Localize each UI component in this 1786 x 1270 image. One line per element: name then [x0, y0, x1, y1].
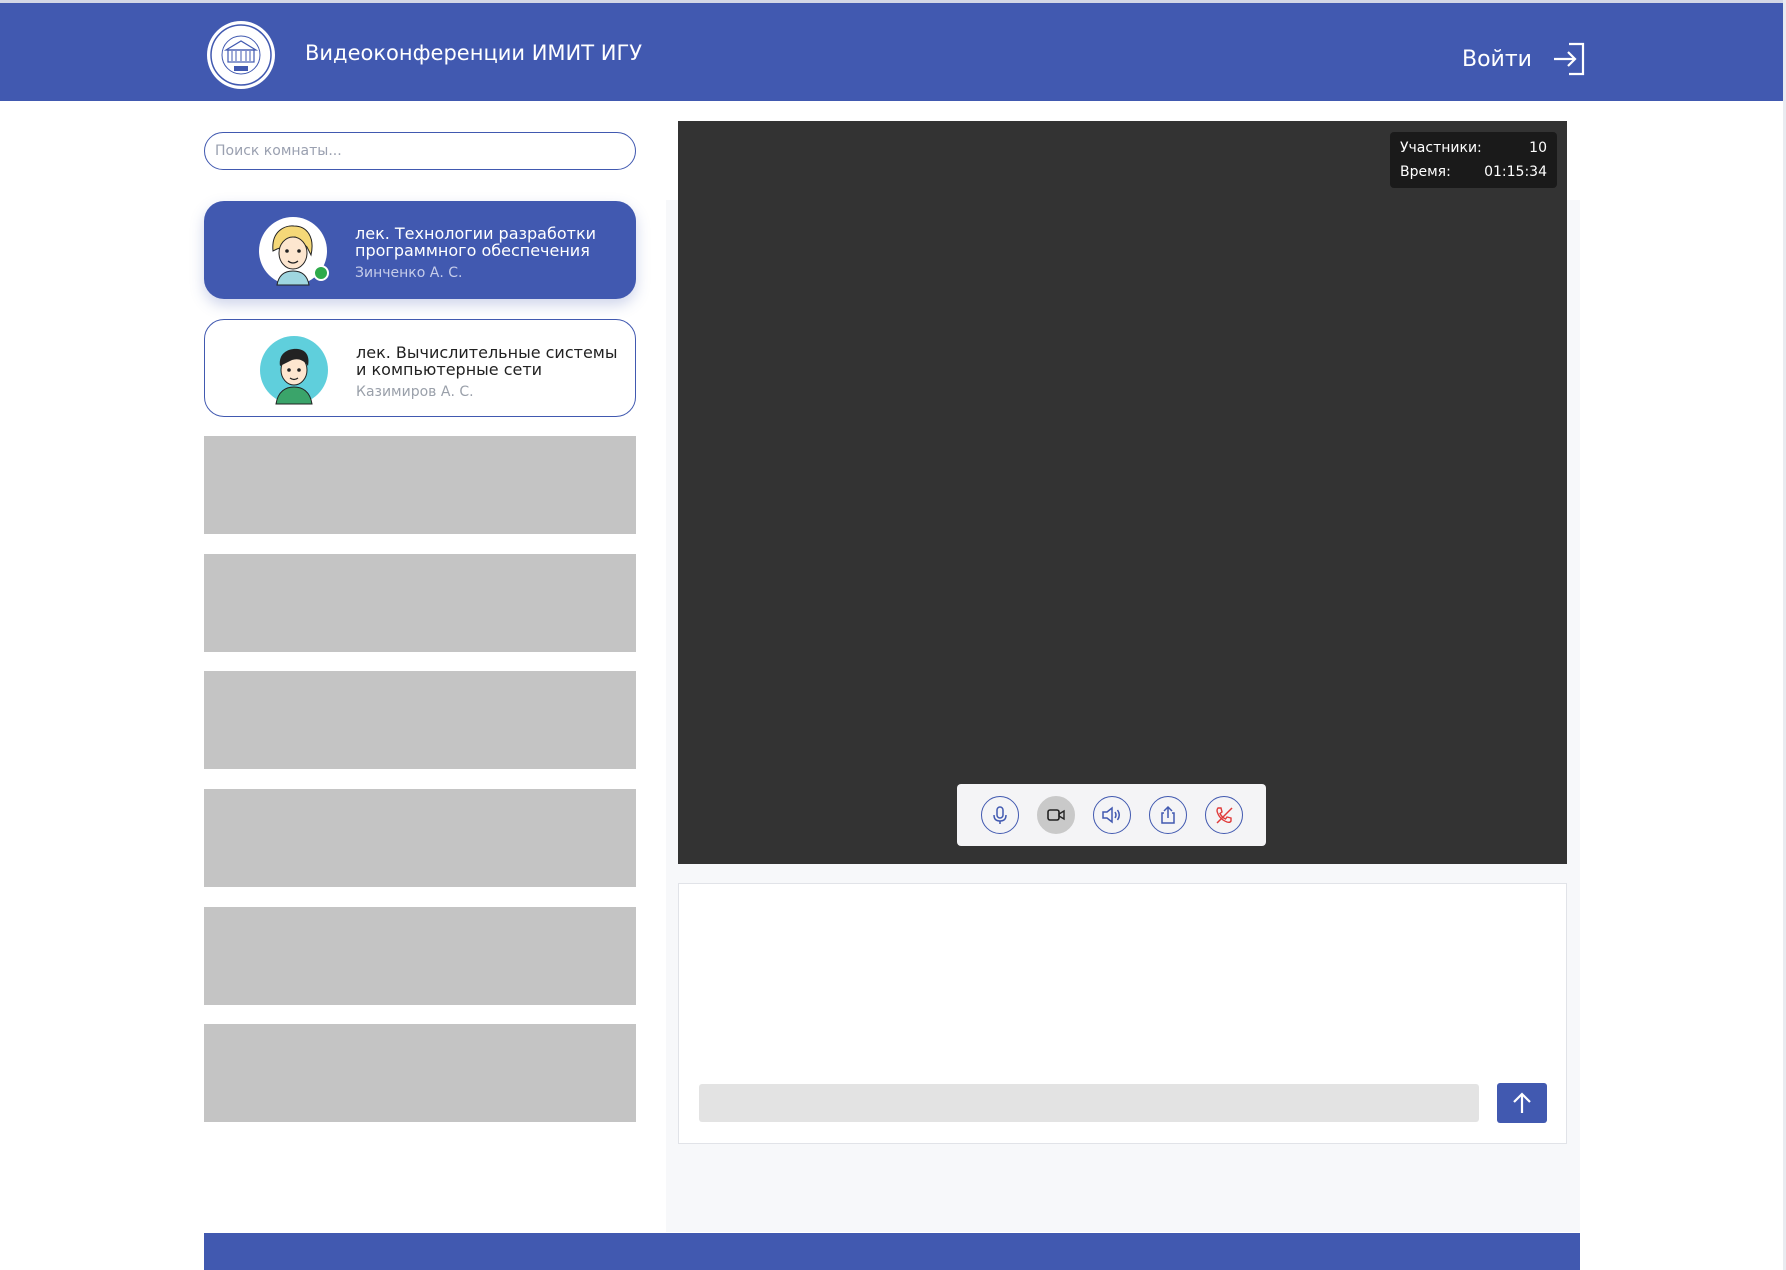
login-icon	[1553, 42, 1585, 76]
speaker-button[interactable]	[1092, 796, 1131, 834]
app-header: Видеоконференции ИМИТ ИГУ Войти	[0, 3, 1783, 101]
call-controls	[957, 784, 1266, 846]
room-placeholder	[204, 554, 636, 652]
room-card[interactable]: лек. Вычислительные системы и компьютерн…	[204, 319, 636, 417]
participants-value: 10	[1529, 140, 1547, 156]
call-stats: Участники: 10 Время: 01:15:34	[1390, 132, 1557, 188]
login-button[interactable]: Войти	[1462, 39, 1588, 79]
teacher-avatar-male	[260, 336, 328, 405]
share-icon	[1160, 805, 1175, 824]
room-placeholder	[204, 789, 636, 887]
chat-panel	[678, 883, 1567, 1144]
time-value: 01:15:34	[1484, 164, 1547, 180]
room-placeholder	[204, 1024, 636, 1122]
app-footer	[204, 1233, 1580, 1270]
send-message-button[interactable]	[1497, 1083, 1547, 1123]
hangup-button[interactable]	[1204, 796, 1243, 834]
room-placeholder	[204, 436, 636, 534]
camera-button[interactable]	[1036, 796, 1075, 834]
online-status-icon	[313, 265, 329, 281]
room-card-active[interactable]: лек. Технологии разработки программного …	[204, 201, 636, 299]
hangup-icon	[1215, 807, 1233, 824]
share-screen-button[interactable]	[1148, 796, 1187, 834]
camera-icon	[1046, 809, 1065, 821]
room-search-input[interactable]	[204, 132, 636, 170]
participants-label: Участники:	[1400, 140, 1482, 156]
room-placeholder	[204, 907, 636, 1005]
room-title: лек. Технологии разработки программного …	[355, 224, 597, 260]
room-author: Зинченко А. С.	[355, 265, 463, 281]
room-placeholder	[204, 671, 636, 769]
login-label: Войти	[1462, 46, 1532, 72]
app-title: Видеоконференции ИМИТ ИГУ	[305, 41, 643, 65]
video-area	[678, 121, 1567, 864]
speaker-icon	[1101, 806, 1120, 824]
room-author: Казимиров А. С.	[356, 384, 474, 400]
arrow-up-icon	[1513, 1092, 1531, 1113]
time-label: Время:	[1400, 164, 1451, 180]
room-title: лек. Вычислительные системы и компьютерн…	[356, 343, 618, 379]
microphone-button[interactable]	[980, 796, 1019, 834]
chat-message-input[interactable]	[699, 1084, 1479, 1122]
microphone-icon	[992, 806, 1007, 824]
university-logo	[207, 21, 275, 89]
